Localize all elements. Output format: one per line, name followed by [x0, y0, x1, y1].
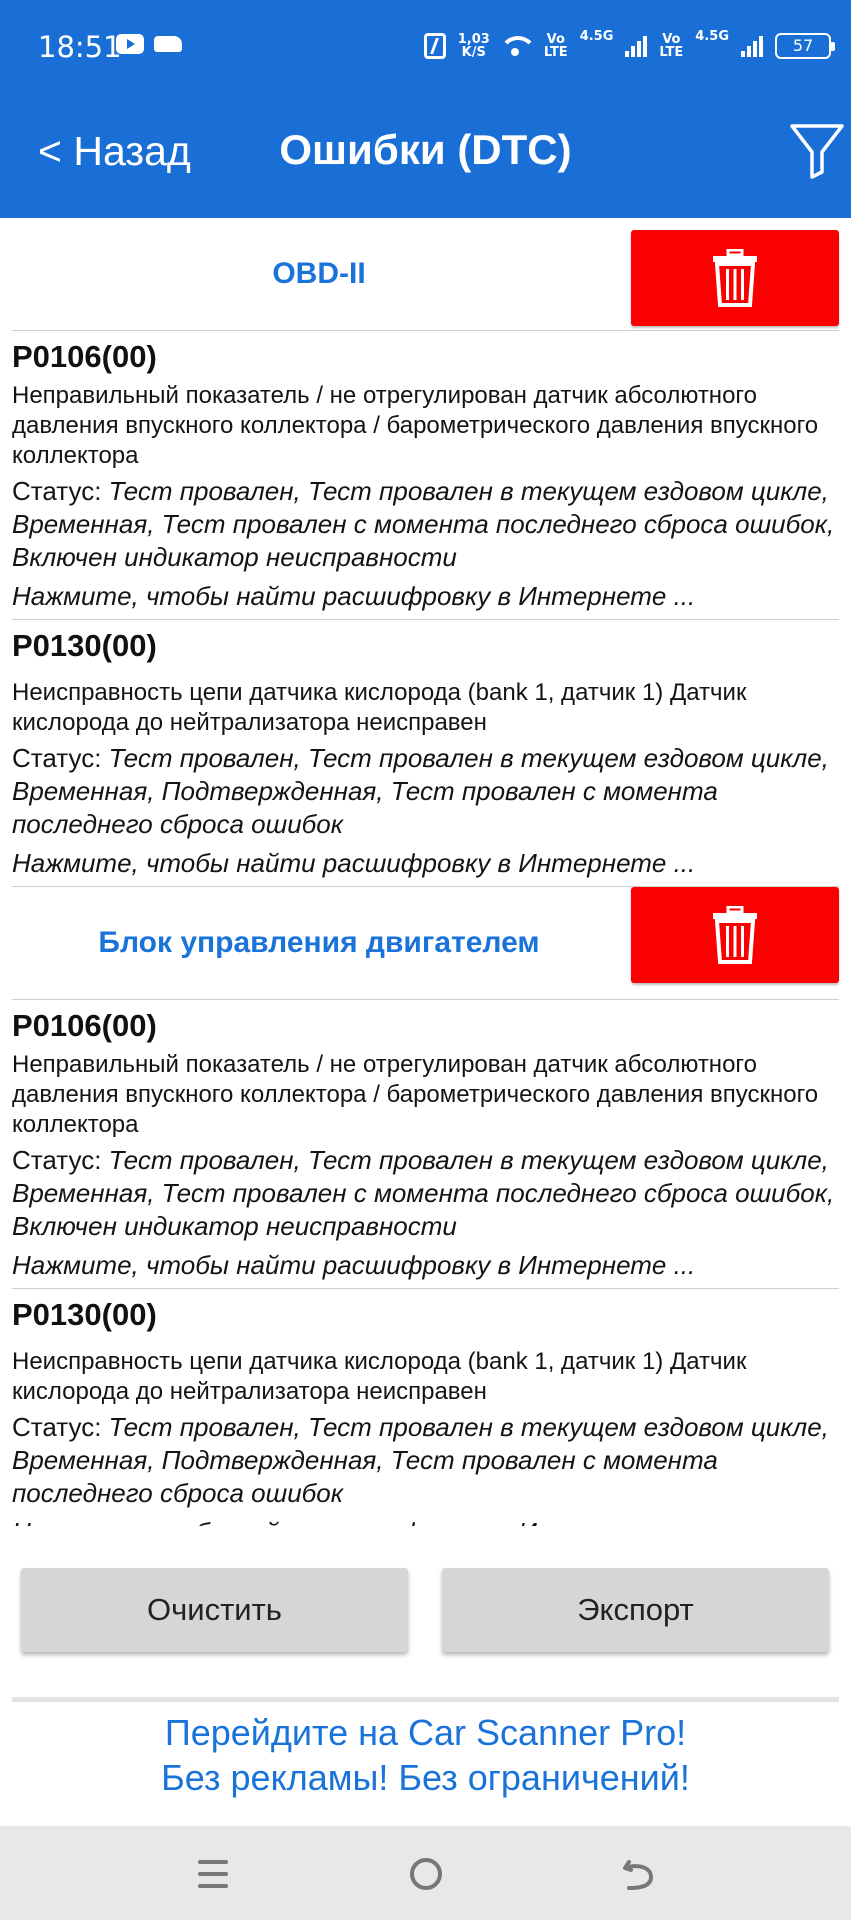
- car-icon: [154, 36, 182, 52]
- network-speed-unit: K/S: [461, 45, 486, 60]
- back-nav-button[interactable]: [615, 1850, 663, 1898]
- nfc-icon: [423, 33, 446, 59]
- dtc-status-label: Статус:: [12, 1145, 109, 1175]
- home-icon: [410, 1858, 442, 1890]
- network-speed: 1,03 K/S: [458, 33, 490, 59]
- dtc-status-label: Статус:: [12, 1412, 109, 1442]
- home-button[interactable]: [402, 1850, 450, 1898]
- network-type-1: 4.5G: [579, 29, 614, 44]
- dtc-status: Статус: Тест провален, Тест провален в т…: [12, 475, 839, 574]
- dtc-status: Статус: Тест провален, Тест провален в т…: [12, 1144, 839, 1243]
- dtc-search-link[interactable]: Нажмите, чтобы найти расшифровку в Интер…: [12, 1249, 839, 1288]
- system-indicators: 1,03 K/S Vo LTE 4.5G Vo LTE 4.5G 57: [423, 26, 835, 66]
- clear-button[interactable]: Очистить: [21, 1568, 408, 1652]
- network-type-2: 4.5G: [695, 29, 729, 44]
- section-header-obd2: OBD-II: [0, 218, 851, 330]
- section-header-engine-ecu: Блок управления двигателем: [0, 887, 851, 999]
- dtc-search-link[interactable]: Нажмите, чтобы найти расшифровку в Интер…: [12, 1516, 839, 1526]
- notification-icons: [116, 34, 182, 54]
- dtc-search-link[interactable]: Нажмите, чтобы найти расшифровку в Интер…: [12, 847, 839, 886]
- dtc-description: Неисправность цепи датчика кислорода (ba…: [12, 679, 747, 736]
- dtc-description: Неисправность цепи датчика кислорода (ba…: [12, 1348, 747, 1405]
- trash-icon: [713, 906, 757, 964]
- action-bar: Очистить Экспорт: [0, 1560, 851, 1652]
- dtc-status-value: Тест провален, Тест провален в текущем е…: [12, 1145, 835, 1241]
- dtc-status-value: Тест провален, Тест провален в текущем е…: [12, 1412, 829, 1508]
- dtc-list[interactable]: OBD-II P0106(00) Неправильный показатель…: [0, 218, 851, 1526]
- battery-icon: 57: [775, 33, 835, 59]
- section-title: Блок управления двигателем: [98, 926, 540, 959]
- dtc-status-label: Статус:: [12, 476, 109, 506]
- volte-indicator-2: Vo LTE: [659, 33, 683, 59]
- volte-2-bottom: LTE: [659, 45, 684, 60]
- dtc-item[interactable]: P0130(00) Неисправность цепи датчика кис…: [0, 1289, 851, 1526]
- signal-icon: [625, 35, 648, 57]
- dtc-item[interactable]: P0106(00) Неправильный показатель / не о…: [0, 1000, 851, 1288]
- dtc-code: P0106(00): [12, 1008, 157, 1043]
- signal-icon: [741, 35, 763, 57]
- promo-divider: [12, 1697, 839, 1702]
- dtc-item[interactable]: P0106(00) Неправильный показатель / не о…: [0, 331, 851, 619]
- dtc-status-value: Тест провален, Тест провален в текущем е…: [12, 476, 835, 572]
- dtc-status: Статус: Тест провален, Тест провален в т…: [12, 742, 839, 841]
- promo-line-1: Перейдите на Car Scanner Pro!: [164, 1712, 687, 1753]
- recent-apps-button[interactable]: [189, 1850, 237, 1898]
- dtc-code: P0106(00): [12, 339, 157, 374]
- promo-line-2: Без рекламы! Без ограничений!: [161, 1757, 690, 1798]
- back-icon: [623, 1860, 654, 1890]
- delete-section-button[interactable]: [631, 230, 839, 326]
- dtc-status-value: Тест провален, Тест провален в текущем е…: [12, 743, 829, 839]
- wifi-icon: [501, 34, 532, 58]
- export-button[interactable]: Экспорт: [442, 1568, 829, 1652]
- dtc-code: P0130(00): [12, 628, 157, 663]
- app-header: Ошибки (DTC) < Назад: [0, 94, 851, 218]
- system-nav-bar: [0, 1826, 851, 1920]
- section-title: OBD-II: [272, 257, 366, 290]
- status-bar: 18:51 1,03 K/S Vo LTE 4.5G Vo LTE 4.5G 5…: [0, 0, 851, 94]
- promo-banner[interactable]: Перейдите на Car Scanner Pro! Без реклам…: [0, 1710, 851, 1826]
- dtc-status: Статус: Тест провален, Тест провален в т…: [12, 1411, 839, 1510]
- menu-icon: [198, 1860, 228, 1888]
- dtc-description: Неправильный показатель / не отрегулиров…: [12, 382, 819, 469]
- dtc-item[interactable]: P0130(00) Неисправность цепи датчика кис…: [0, 620, 851, 886]
- dtc-status-label: Статус:: [12, 743, 109, 773]
- volte-1-bottom: LTE: [543, 45, 568, 60]
- volte-indicator-1: Vo LTE: [544, 33, 568, 59]
- delete-section-button[interactable]: [631, 887, 839, 983]
- status-time: 18:51: [38, 30, 122, 64]
- dtc-code: P0130(00): [12, 1297, 157, 1332]
- back-button[interactable]: < Назад: [38, 128, 191, 175]
- trash-icon: [713, 249, 757, 307]
- filter-icon: [790, 124, 844, 179]
- youtube-icon: [116, 34, 144, 54]
- filter-button[interactable]: [789, 122, 845, 180]
- dtc-description: Неправильный показатель / не отрегулиров…: [12, 1051, 819, 1138]
- dtc-search-link[interactable]: Нажмите, чтобы найти расшифровку в Интер…: [12, 580, 839, 619]
